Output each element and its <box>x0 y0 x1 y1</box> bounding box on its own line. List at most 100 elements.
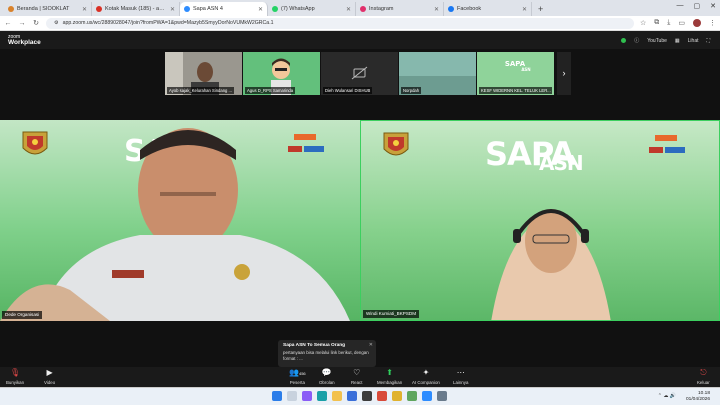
bookmark-star-icon[interactable]: ☆ <box>640 19 646 27</box>
participant-thumbnail[interactable]: Ayob sajak_Kelurahan Sindang ... <box>165 52 242 95</box>
system-tray-icons[interactable]: ⌃ ☁ 🔊 <box>658 393 676 399</box>
participant-thumbnail[interactable]: SAPA ASN KESF WIDERNN KEL. TELUK LER... <box>477 52 554 95</box>
tab-label: Beranda | SIOOKLAT <box>17 6 70 12</box>
browser-tab[interactable]: (7) WhatsApp ✕ <box>268 2 356 16</box>
close-icon[interactable]: ✕ <box>369 342 373 348</box>
info-icon[interactable]: ⓘ <box>634 37 639 44</box>
leave-icon: ⎋ <box>700 368 707 377</box>
close-window-button[interactable]: ✕ <box>710 2 716 10</box>
participant-thumbnail[interactable]: Norpdah <box>399 52 476 95</box>
chat-button[interactable]: 💬 Obrolan <box>319 368 335 385</box>
file-explorer-icon[interactable] <box>332 391 342 401</box>
start-menu-icon[interactable] <box>272 391 282 401</box>
copilot-icon[interactable] <box>302 391 312 401</box>
clock[interactable]: 10.18 01/04/2026 <box>686 391 710 403</box>
tab-label: Instagram <box>369 6 394 12</box>
gmail-icon <box>96 6 102 12</box>
close-icon[interactable]: ✕ <box>346 6 351 13</box>
url-text: app.zoom.us/wc/2889028047/join?fromPWA=1… <box>62 20 274 26</box>
app-icon[interactable] <box>422 391 432 401</box>
grid-view-icon[interactable]: ▦ <box>675 38 680 44</box>
taskbar-app-icons <box>272 391 447 401</box>
participant-name: Dieh Wulansari DISHUB <box>323 87 373 94</box>
forward-icon[interactable]: → <box>18 20 26 27</box>
participant-name: KESF WIDERNN KEL. TELUK LER... <box>479 87 552 94</box>
site-info-icon[interactable]: ⚙ <box>54 20 59 26</box>
back-icon[interactable]: ← <box>4 20 12 27</box>
react-button[interactable]: ♡ React <box>351 368 362 385</box>
chat-notification-popup[interactable]: Sapa ASN To Semua Orang pertanyaan bisa … <box>278 340 376 367</box>
video-tile-right[interactable]: SAPA ASN Windi Kumiati_BKPSDM <box>360 120 720 321</box>
zoom-icon <box>184 6 190 12</box>
chrome-icon[interactable] <box>392 391 402 401</box>
app-icon[interactable] <box>377 391 387 401</box>
microphone-icon: 🎙 <box>9 368 21 377</box>
more-button[interactable]: ⋯ Lainnya <box>453 368 468 385</box>
meeting-toolbar: 🎙 Bunyikan ▶ Video 👥456 Peserta 💬 Obrola… <box>0 367 720 387</box>
download-icon[interactable]: ⤓ <box>667 19 670 27</box>
browser-tab[interactable]: Kotak Masuk (185) - ayahsajid…✕ <box>92 2 180 16</box>
url-field[interactable]: ⚙ app.zoom.us/wc/2889028047/join?fromPWA… <box>46 17 634 29</box>
mute-button[interactable]: 🎙 Bunyikan <box>6 368 24 385</box>
instagram-icon <box>360 6 366 12</box>
close-icon[interactable]: ✕ <box>434 6 439 13</box>
app-icon[interactable] <box>407 391 417 401</box>
participant-name: Windi Kumiati_BKPSDM <box>363 310 420 318</box>
os-taskbar: ⌃ ☁ 🔊 10.18 01/04/2026 <box>0 387 720 405</box>
profile-avatar[interactable] <box>693 19 701 27</box>
chat-icon: 💬 <box>321 368 332 377</box>
participants-button[interactable]: 👥456 Peserta <box>289 368 306 385</box>
minimize-button[interactable]: — <box>677 2 684 10</box>
browser-tab[interactable]: Instagram ✕ <box>356 2 444 16</box>
new-tab-button[interactable]: + <box>532 2 549 16</box>
browser-tab[interactable]: Facebook ✕ <box>444 2 532 16</box>
video-tile-left[interactable]: SA Dede Organisasi <box>0 120 360 321</box>
extensions-icon[interactable]: ⧉ <box>654 19 659 27</box>
tab-label: Facebook <box>457 6 482 12</box>
clock-date: 01/04/2026 <box>685 397 710 402</box>
side-panel-icon[interactable]: ▭ <box>678 19 685 27</box>
share-label: Membagikan <box>377 380 403 385</box>
browser-tab[interactable]: Beranda | SIOOKLAT ✕ <box>4 2 92 16</box>
live-stream-label[interactable]: YouTube <box>647 38 667 44</box>
zoom-header: zoom Workplace ⓘ YouTube ▦ Lihat ⛶ <box>0 31 720 49</box>
tab-label: (7) WhatsApp <box>281 6 315 12</box>
sparkle-icon: ✦ <box>422 368 430 377</box>
fullscreen-icon[interactable]: ⛶ <box>706 38 710 44</box>
participant-thumbnail[interactable]: Dieh Wulansari DISHUB <box>321 52 398 95</box>
browser-tab-active[interactable]: Sapa ASN 4 ✕ <box>180 2 268 16</box>
react-label: React <box>351 380 363 385</box>
edge-icon[interactable] <box>317 391 327 401</box>
next-thumbnails-chevron-icon[interactable]: › <box>557 52 571 95</box>
browser-menu-icon[interactable]: ⋮ <box>709 19 716 27</box>
search-icon[interactable] <box>287 391 297 401</box>
store-icon[interactable] <box>347 391 357 401</box>
app-icon[interactable] <box>437 391 447 401</box>
participants-icon: 👥456 <box>289 368 306 377</box>
view-mode-label[interactable]: Lihat <box>688 38 699 44</box>
favicon-icon <box>8 6 14 12</box>
participant-name: Dede Organisasi <box>2 311 43 319</box>
security-shield-icon[interactable] <box>621 38 627 43</box>
video-label: Video <box>44 380 56 385</box>
maximize-button[interactable]: ▢ <box>694 2 701 10</box>
reload-icon[interactable]: ↻ <box>32 19 40 27</box>
mute-label: Bunyikan <box>6 380 25 385</box>
participant-name: Agus D_RPS Samarinda <box>245 87 296 94</box>
share-button[interactable]: ⬆ Membagikan <box>377 368 402 385</box>
app-icon[interactable] <box>362 391 372 401</box>
zoom-logo: zoom Workplace <box>8 34 41 46</box>
ai-companion-label: AI Companion <box>412 380 440 385</box>
leave-button[interactable]: ⎋ Keluar <box>697 368 710 385</box>
share-icon: ⬆ <box>386 368 393 377</box>
close-icon[interactable]: ✕ <box>170 6 175 13</box>
address-bar-icons: ☆ ⧉ ⤓ ▭ ⋮ <box>640 19 716 27</box>
close-icon[interactable]: ✕ <box>258 6 263 13</box>
close-icon[interactable]: ✕ <box>82 6 87 13</box>
participant-thumbnail[interactable]: Agus D_RPS Samarinda <box>243 52 320 95</box>
facebook-icon <box>448 6 454 12</box>
participant-thumbnail-strip: Ayob sajak_Kelurahan Sindang ... Agus D_… <box>165 52 554 95</box>
ai-companion-button[interactable]: ✦ AI Companion <box>412 368 440 385</box>
close-icon[interactable]: ✕ <box>522 6 527 13</box>
video-button[interactable]: ▶ Video <box>44 368 55 385</box>
